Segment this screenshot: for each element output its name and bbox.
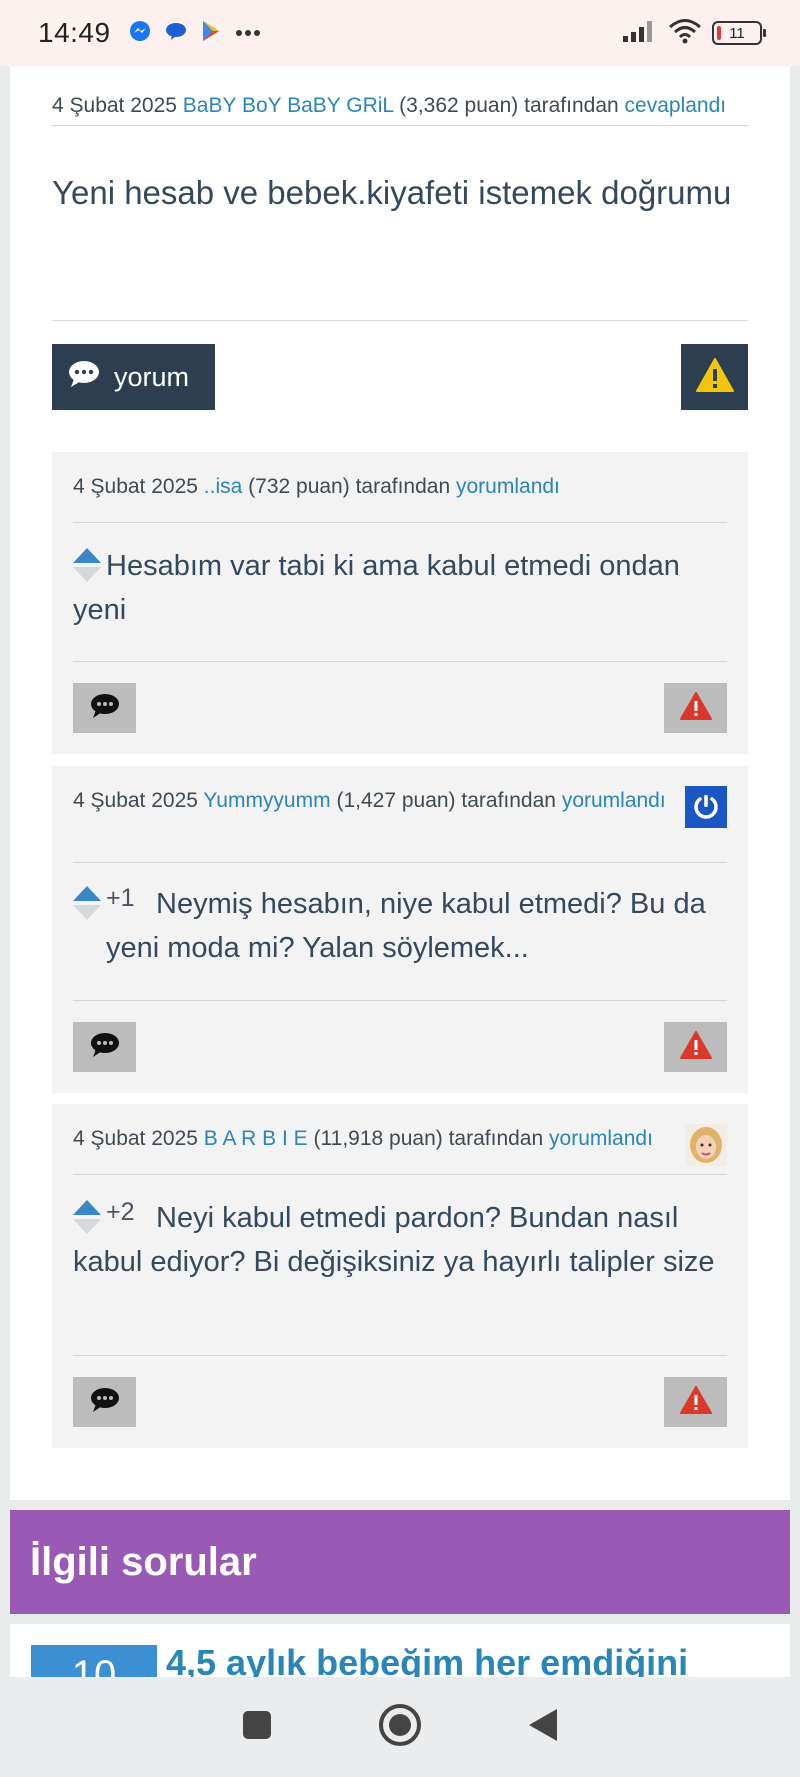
warning-icon	[695, 357, 735, 398]
comment-separator	[73, 661, 727, 662]
comment-by: tarafından	[461, 789, 556, 812]
power-icon	[694, 795, 718, 819]
flag-comment-button[interactable]	[664, 1022, 727, 1072]
comment-item: 4 Şubat 2025 Yummyyumm (1,427 puan) tara…	[52, 766, 748, 1093]
flag-comment-button[interactable]	[664, 1377, 727, 1427]
comment-points: (732 puan)	[248, 475, 350, 498]
comment-meta: 4 Şubat 2025 B A R B I E (11,918 puan) t…	[73, 1120, 678, 1157]
system-icons: 11	[622, 18, 766, 49]
speech-bubble-icon	[89, 1032, 121, 1063]
comment-author-link[interactable]: B A R B I E	[204, 1127, 308, 1150]
comment-by: tarafından	[448, 1127, 544, 1150]
answer-points: (3,362 puan)	[399, 94, 519, 117]
comment-date: 4 Şubat 2025	[73, 1127, 198, 1150]
related-questions-header: İlgili sorular	[10, 1510, 790, 1614]
battery-level: 11	[729, 24, 745, 42]
comment-points: (1,427 puan)	[336, 789, 456, 812]
chat-bubble-icon	[165, 20, 187, 47]
speech-bubble-icon	[68, 360, 100, 395]
speech-bubble-icon	[89, 693, 121, 724]
comment-button[interactable]: yorum	[52, 344, 215, 410]
comment-points: (11,918 puan)	[313, 1127, 443, 1150]
back-triangle-icon[interactable]	[527, 1707, 559, 1748]
answer-date: 4 Şubat 2025	[52, 94, 177, 117]
reply-button[interactable]	[73, 1022, 136, 1072]
comment-action-link[interactable]: yorumlandı	[456, 475, 560, 498]
comment-meta: 4 Şubat 2025 Yummyyumm (1,427 puan) tara…	[73, 782, 678, 819]
warning-icon	[679, 691, 713, 726]
comment-separator	[73, 1355, 727, 1356]
answer-meta: 4 Şubat 2025 BaBY BoY BaBY GRiL (3,362 p…	[52, 94, 748, 126]
reply-button[interactable]	[73, 1377, 136, 1427]
comment-text-content: Hesabım var tabi ki ama kabul etmedi ond…	[73, 550, 680, 626]
messenger-icon	[129, 20, 151, 47]
comment-text: Hesabım var tabi ki ama kabul etmedi ond…	[73, 544, 728, 632]
answer-action-link[interactable]: cevaplandı	[625, 94, 727, 117]
signal-icon	[622, 19, 658, 48]
comment-author-link[interactable]: Yummyyumm	[203, 789, 330, 812]
recents-square-icon[interactable]	[241, 1709, 273, 1746]
comment-separator	[73, 522, 727, 523]
divider	[52, 320, 748, 321]
flag-comment-button[interactable]	[664, 683, 727, 733]
comment-separator	[73, 862, 727, 863]
user-avatar-icon	[690, 1127, 722, 1163]
play-store-icon	[201, 20, 221, 47]
wifi-icon	[668, 18, 702, 49]
comment-date: 4 Şubat 2025	[73, 475, 198, 498]
comment-button-label: yorum	[114, 361, 190, 392]
comment-action-link[interactable]: yorumlandı	[549, 1127, 653, 1150]
comment-text: Neyi kabul etmedi pardon? Bundan nasıl k…	[73, 1202, 715, 1278]
comment-item: 4 Şubat 2025 B A R B I E (11,918 puan) t…	[52, 1104, 748, 1448]
comment-separator	[73, 1174, 727, 1175]
avatar[interactable]	[685, 786, 727, 828]
answer-count-badge: 10	[31, 1645, 157, 1677]
comment-meta: 4 Şubat 2025 ..isa (732 puan) tarafından…	[73, 468, 727, 505]
warning-icon	[679, 1030, 713, 1065]
comment-author-link[interactable]: ..isa	[204, 475, 243, 498]
home-circle-icon[interactable]	[378, 1703, 422, 1752]
related-question-title[interactable]: 4,5 aylık bebeğim her emdiğini	[166, 1642, 688, 1677]
comment-by: tarafından	[355, 475, 451, 498]
more-icon	[235, 24, 261, 42]
comment-item: 4 Şubat 2025 ..isa (732 puan) tarafından…	[52, 452, 748, 754]
status-bar: 14:49 11	[0, 0, 800, 66]
answer-author-link[interactable]: BaBY BoY BaBY GRiL	[183, 94, 394, 117]
notification-icons	[129, 20, 261, 47]
answer-by: tarafından	[524, 94, 619, 117]
comment-date: 4 Şubat 2025	[73, 789, 198, 812]
avatar[interactable]	[685, 1124, 727, 1166]
reply-button[interactable]	[73, 683, 136, 733]
comment-text: Neymiş hesabın, niye kabul etmedi? Bu da…	[106, 888, 706, 964]
related-question-item[interactable]: 10 4,5 aylık bebeğim her emdiğini	[10, 1624, 790, 1677]
comment-action-link[interactable]: yorumlandı	[562, 789, 666, 812]
comment-separator	[73, 1000, 727, 1001]
question-page: 4 Şubat 2025 BaBY BoY BaBY GRiL (3,362 p…	[10, 66, 790, 1500]
navigation-bar	[0, 1677, 800, 1777]
flag-answer-button[interactable]	[681, 344, 748, 410]
speech-bubble-icon	[89, 1387, 121, 1418]
status-time: 14:49	[38, 17, 111, 48]
battery-icon: 11	[712, 21, 766, 45]
answer-text: Yeni hesab ve bebek.kiyafeti istemek doğ…	[52, 174, 732, 211]
warning-icon	[679, 1385, 713, 1420]
